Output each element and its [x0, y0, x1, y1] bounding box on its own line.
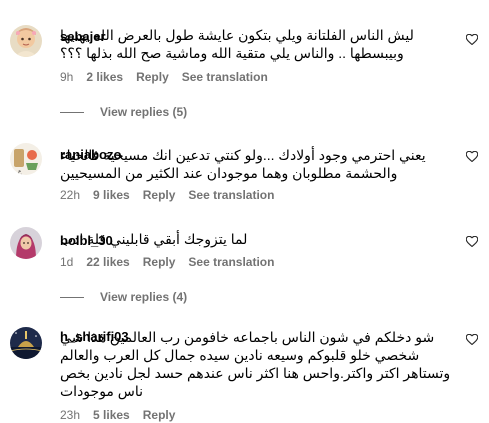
- comment-likes[interactable]: 5 likes: [93, 408, 130, 422]
- heart-icon[interactable]: [466, 236, 478, 247]
- comment-text: ليش الناس الفلتانة ويلي بتكون عايشة طول …: [60, 27, 414, 61]
- view-replies-button[interactable]: View replies (4): [60, 290, 187, 304]
- comment-text: يعني احترمي وجود أولادك ...ولو كنتي تدعي…: [60, 147, 426, 181]
- avatar[interactable]: [10, 25, 42, 57]
- avatar[interactable]: ع: [10, 143, 42, 175]
- comment-likes[interactable]: 2 likes: [86, 70, 123, 84]
- comment-time: 22h: [60, 188, 81, 202]
- divider-line: [60, 111, 84, 113]
- comment-meta: 1d 22 likes Reply See translation: [60, 255, 274, 269]
- reply-button[interactable]: Reply: [136, 70, 169, 84]
- see-translation-button[interactable]: See translation: [188, 188, 274, 202]
- avatar[interactable]: [10, 227, 42, 259]
- avatar-image: [10, 327, 42, 359]
- reply-button[interactable]: Reply: [143, 188, 176, 202]
- reply-button[interactable]: Reply: [143, 255, 176, 269]
- svg-text:ع: ع: [18, 168, 22, 175]
- see-translation-button[interactable]: See translation: [188, 255, 274, 269]
- comment-text: لما يتزوجك أبقي قابليني قلة ادب: [60, 231, 248, 247]
- avatar-image: [10, 227, 42, 259]
- view-replies-button[interactable]: View replies (5): [60, 105, 187, 119]
- heart-icon[interactable]: [466, 151, 478, 162]
- comment-meta: 23h 5 likes Reply: [60, 408, 175, 422]
- comment-time: 9h: [60, 70, 74, 84]
- see-translation-button[interactable]: See translation: [182, 70, 268, 84]
- heart-icon[interactable]: [466, 34, 478, 45]
- avatar-image: [10, 25, 42, 57]
- comment-meta: 9h 2 likes Reply See translation: [60, 70, 268, 84]
- comment-likes[interactable]: 9 likes: [93, 188, 130, 202]
- comment-time: 23h: [60, 408, 81, 422]
- view-replies-label: View replies (5): [100, 105, 188, 119]
- divider-line: [60, 296, 84, 298]
- comment-meta: 22h 9 likes Reply See translation: [60, 188, 274, 202]
- comment-time: 1d: [60, 255, 74, 269]
- reply-button[interactable]: Reply: [143, 408, 176, 422]
- comment-text: شو دخلكم في شون الناس باجماعه خافومن رب …: [60, 329, 451, 399]
- avatar[interactable]: [10, 327, 42, 359]
- avatar-image: ع: [10, 143, 42, 175]
- comment-likes[interactable]: 22 likes: [86, 255, 129, 269]
- view-replies-label: View replies (4): [100, 290, 188, 304]
- heart-icon[interactable]: [466, 334, 478, 345]
